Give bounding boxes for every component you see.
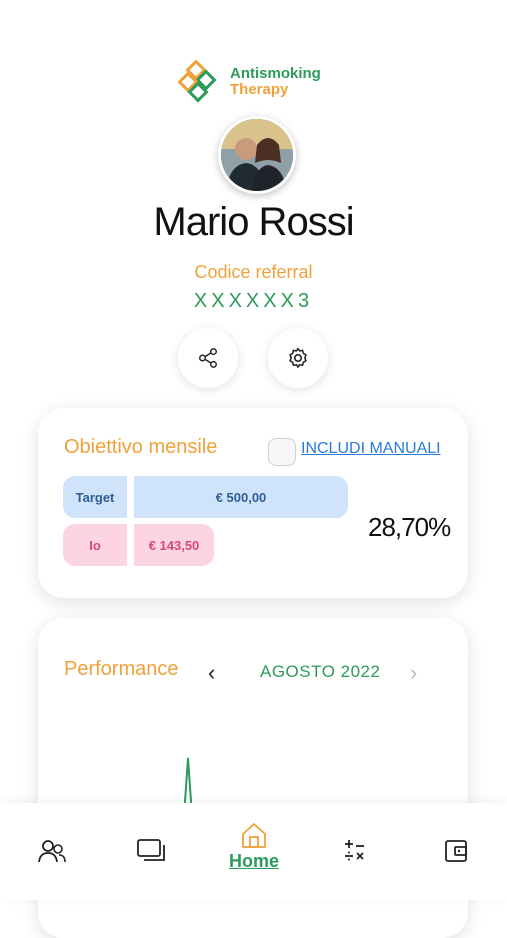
share-button[interactable] xyxy=(178,328,238,388)
monthly-goal-title: Obiettivo mensile xyxy=(64,436,218,458)
avatar-photo xyxy=(221,119,293,191)
nav-chat[interactable] xyxy=(122,837,182,897)
calculator-icon xyxy=(345,840,364,861)
progress-percent: 28,70% xyxy=(368,512,451,542)
include-manual-link[interactable]: INCLUDI MANUALI xyxy=(301,440,441,458)
logo-line-2: Therapy xyxy=(230,81,289,98)
wallet-icon xyxy=(445,840,467,862)
nav-home[interactable]: Home xyxy=(224,821,284,881)
include-manual-checkbox[interactable] xyxy=(268,438,296,466)
chevron-left-icon[interactable]: ‹ xyxy=(208,660,215,686)
gear-icon xyxy=(289,347,307,368)
share-icon xyxy=(199,348,217,368)
settings-button[interactable] xyxy=(268,328,328,388)
me-label: Io xyxy=(63,524,127,566)
monthly-goal-card: Obiettivo mensile INCLUDI MANUALI Target… xyxy=(38,408,468,598)
app-logo: Antismoking Therapy xyxy=(176,60,336,108)
logo-text: Antismoking Therapy xyxy=(230,66,321,98)
logo-line-1: Antismoking xyxy=(230,65,321,82)
profile-screen: Antismoking Therapy Mario Rossi Codice r… xyxy=(0,0,507,938)
users-icon xyxy=(38,840,66,863)
me-bar: € 143,50 xyxy=(134,524,214,566)
avatar[interactable] xyxy=(218,116,296,194)
home-icon xyxy=(242,823,266,848)
chat-icon xyxy=(137,839,165,861)
referral-code: XXXXXX3 xyxy=(193,290,314,312)
nav-users[interactable] xyxy=(22,837,82,897)
performance-month: AGOSTO 2022 xyxy=(260,662,381,681)
user-name: Mario Rossi xyxy=(153,200,354,244)
chevron-right-icon[interactable]: › xyxy=(410,660,417,686)
nav-wallet[interactable] xyxy=(426,837,486,897)
performance-title: Performance xyxy=(64,658,179,680)
nav-calculator[interactable] xyxy=(324,837,384,897)
referral-label: Codice referral xyxy=(194,262,313,282)
bottom-nav: Home xyxy=(0,803,507,900)
target-bar: € 500,00 xyxy=(134,476,348,518)
nav-home-label: Home xyxy=(228,851,279,871)
logo-mark-icon xyxy=(177,60,217,103)
target-label: Target xyxy=(63,476,127,518)
